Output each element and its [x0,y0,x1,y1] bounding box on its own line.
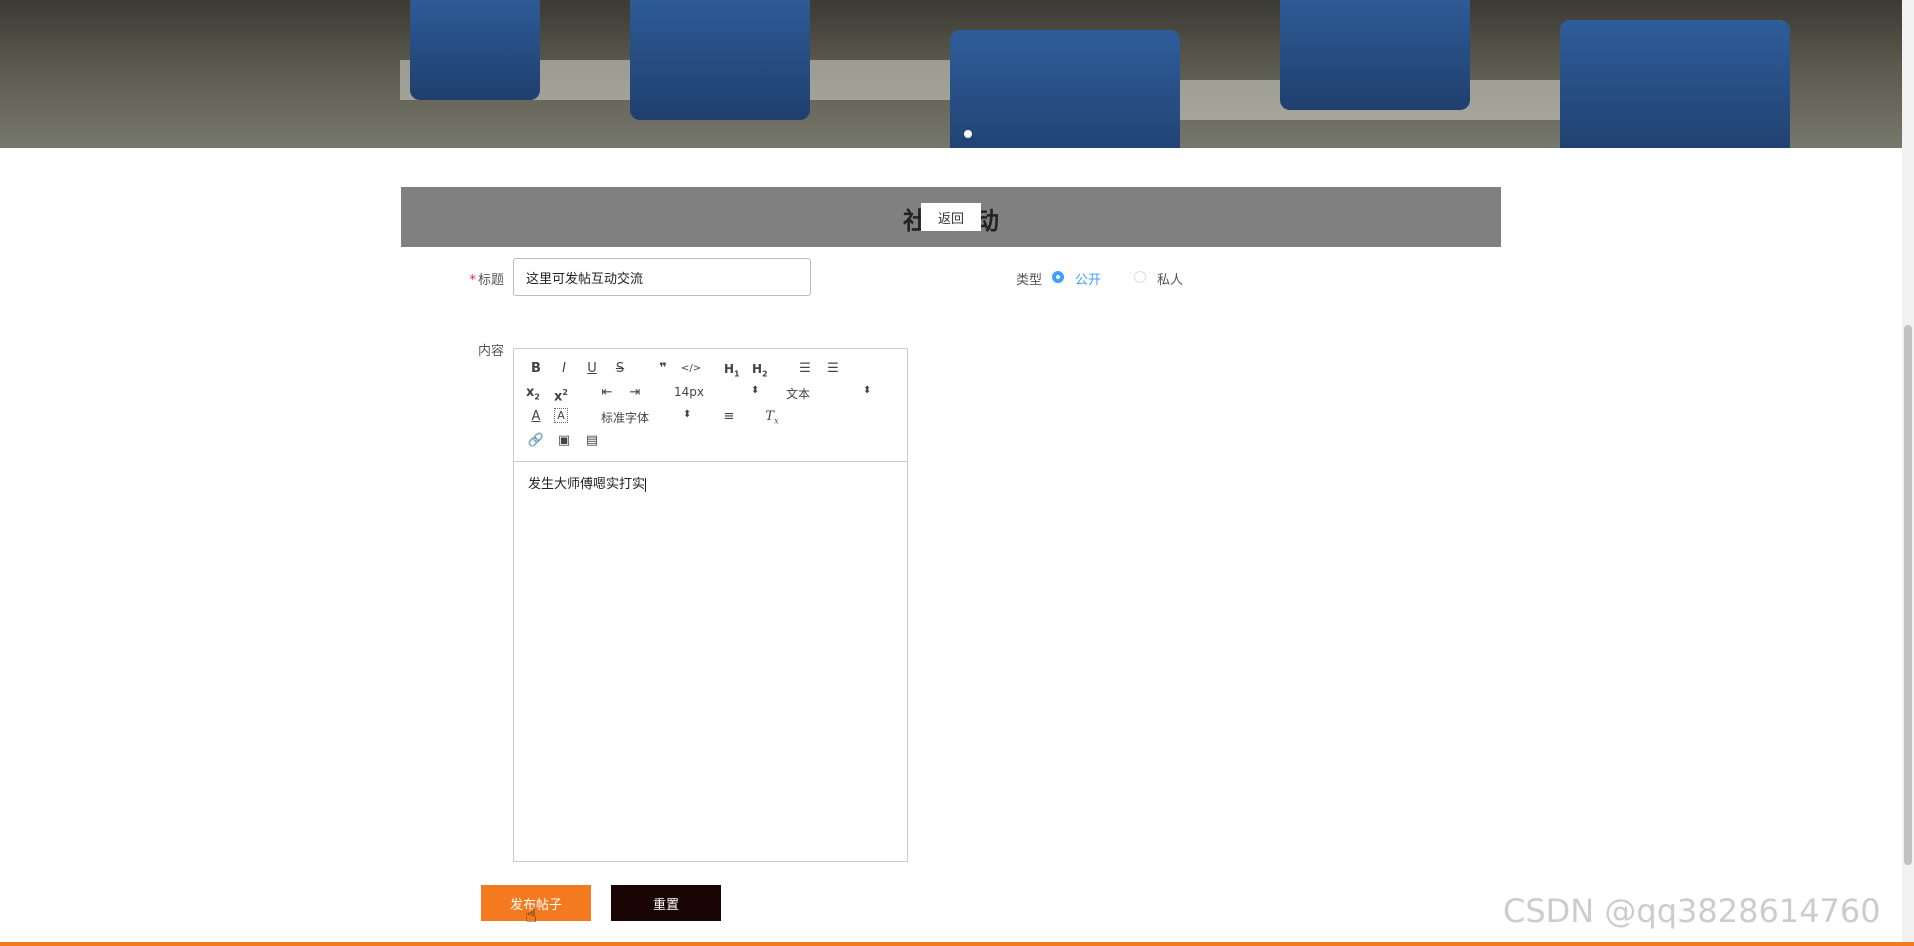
type-private-radio[interactable] [1134,271,1146,283]
banner-chair [1560,20,1790,148]
italic-icon[interactable]: I [554,360,574,378]
editor-content[interactable]: 发生大师傅嗯实打实 [528,473,647,492]
banner-chair [410,0,540,100]
section-header: 社区互动 返回 [401,187,1501,247]
banner-carousel [0,0,1902,148]
background-color-icon[interactable]: A [554,408,568,423]
link-icon[interactable]: 🔗 [526,432,546,450]
superscript-icon[interactable]: x2 [554,384,568,406]
select-arrow-icon: ⬍ [863,385,872,396]
ordered-list-icon[interactable]: ☰ [795,360,815,378]
banner-chair [1280,0,1470,110]
type-label: 类型 [1015,273,1042,288]
reset-button[interactable]: 重置 [611,885,721,921]
content-label: 内容 [477,344,504,359]
font-family-value: 标准字体 [601,411,650,425]
type-private-label[interactable]: 私人 [1157,269,1183,288]
bullet-list-icon[interactable]: ☰ [823,360,843,378]
scrollbar-thumb[interactable] [1904,325,1912,865]
heading1-icon[interactable]: H1 [724,360,740,383]
select-arrow-icon: ⬍ [683,409,692,420]
page-scrollbar[interactable] [1902,0,1914,946]
editor-toolbar: B I U S ❞ </> H1 H2 ☰ ☰ x2 x2 ⇤ ⇥ 14px ⬍… [514,349,907,462]
pointer-hand-icon: ☝ [525,903,538,927]
clear-format-icon[interactable]: Tx [762,408,782,431]
outdent-icon[interactable]: ⇤ [597,384,617,402]
type-public-radio[interactable] [1052,271,1064,283]
strikethrough-icon[interactable]: S [610,360,630,378]
banner-chair [950,30,1180,148]
font-family-select[interactable]: 标准字体 ⬍ [601,409,701,426]
block-format-select[interactable]: 文本 ⬍ [786,385,876,402]
rich-text-editor[interactable]: B I U S ❞ </> H1 H2 ☰ ☰ x2 x2 ⇤ ⇥ 14px ⬍… [513,348,908,862]
font-size-select[interactable]: 14px ⬍ [674,385,764,399]
align-left-icon[interactable]: ≡ [719,408,739,426]
footer-accent-line [0,942,1914,946]
title-label: * 标题 [450,269,504,288]
font-size-value: 14px [674,385,704,399]
carousel-indicator-dot[interactable] [964,130,972,138]
code-block-icon[interactable]: </> [681,360,701,378]
image-icon[interactable]: ▣ [554,432,574,450]
subscript-icon[interactable]: x2 [526,384,540,407]
watermark: CSDN @qq3828614760 [1503,892,1881,930]
video-icon[interactable]: ▤ [582,432,602,450]
underline-icon[interactable]: U [582,360,602,378]
blockquote-icon[interactable]: ❞ [653,360,673,378]
heading2-icon[interactable]: H2 [752,360,768,383]
required-asterisk: * [469,273,476,288]
indent-icon[interactable]: ⇥ [625,384,645,402]
bold-icon[interactable]: B [526,360,546,378]
select-arrow-icon: ⬍ [751,385,760,396]
type-public-label[interactable]: 公开 [1075,269,1101,288]
font-color-icon[interactable]: A [526,408,546,426]
back-button[interactable]: 返回 [921,203,981,231]
title-label-text: 标题 [477,273,504,288]
text-caret [645,477,647,492]
title-input[interactable] [513,258,811,296]
block-format-value: 文本 [786,387,811,401]
banner-chair [630,0,810,120]
editor-content-text: 发生大师傅嗯实打实 [528,477,646,492]
